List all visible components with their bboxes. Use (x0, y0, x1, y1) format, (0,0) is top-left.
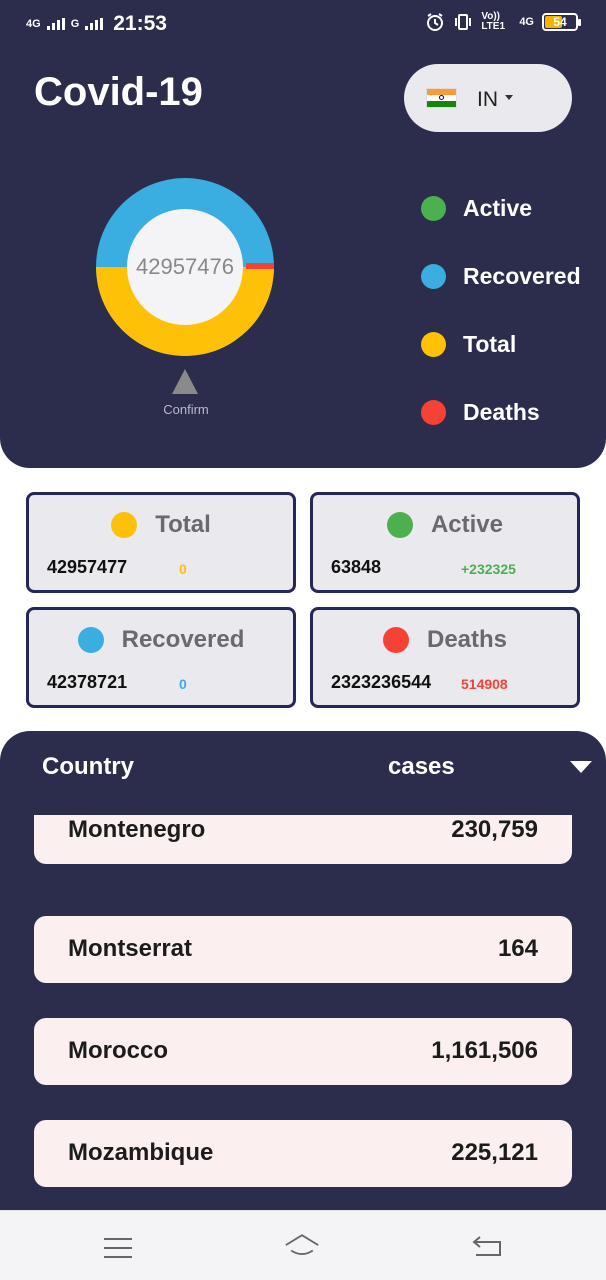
menu-icon[interactable] (100, 1233, 136, 1263)
legend-item-recovered: Recovered (421, 242, 581, 310)
app-title: Covid-19 (34, 70, 203, 114)
back-icon[interactable] (470, 1231, 506, 1261)
list-item[interactable]: Montserrat 164 (34, 916, 572, 983)
list-item[interactable]: Morocco 1,161,506 (34, 1018, 572, 1085)
country-cases: 164 (497, 935, 538, 962)
alarm-icon (427, 13, 444, 31)
volte-label: Vo)) LTE1 (481, 11, 506, 32)
system-nav-bar (0, 1210, 606, 1280)
home-icon[interactable] (284, 1231, 320, 1261)
recovered-dot-icon (421, 263, 446, 289)
legend-item-deaths: Deaths (421, 378, 581, 446)
total-card-delta: 0 (179, 561, 187, 577)
active-dot-icon (386, 512, 413, 538)
total-card-value: 42957477 (47, 557, 128, 577)
header-panel: 4G G 21:53 Vo)) LTE1 4G 54 Covid-19 IN 4… (0, 0, 606, 468)
country-selector[interactable]: IN (404, 64, 572, 132)
legend-item-active: Active (421, 174, 581, 242)
vibrate-icon (455, 14, 472, 30)
battery-icon: 54 (542, 13, 581, 31)
list-item[interactable]: Montenegro 230,759 (34, 815, 572, 864)
status-bar: 4G G 21:53 Vo)) LTE1 4G 54 (0, 0, 606, 46)
recovered-dot-icon (77, 627, 104, 653)
legend-label-deaths: Deaths (463, 398, 540, 425)
signal-icon-2 (85, 18, 104, 30)
deaths-card-delta: 514908 (461, 676, 508, 692)
country-name: Montenegro (68, 816, 206, 843)
deaths-card[interactable]: Deaths 2323236544 514908 (310, 607, 580, 708)
active-card[interactable]: Active 63848 +232325 (310, 492, 580, 593)
total-dot-icon (421, 331, 446, 357)
country-list[interactable]: Montenegro 230,759 Montserrat 164 Morocc… (34, 815, 572, 1251)
deaths-dot-icon (421, 399, 446, 425)
confirm-label: Confirm (163, 402, 209, 417)
active-dot-icon (421, 195, 446, 221)
country-code: IN (477, 88, 498, 111)
deaths-card-value: 2323236544 (331, 672, 432, 692)
total-card[interactable]: Total 42957477 0 (26, 492, 296, 593)
total-card-title: Total (155, 511, 211, 538)
india-flag-icon (426, 88, 457, 108)
confirm-pointer-icon (172, 369, 198, 394)
total-dot-icon (111, 512, 138, 538)
active-card-delta: +232325 (461, 561, 516, 577)
legend-item-total: Total (421, 310, 581, 378)
network-type-1: 4G (26, 18, 41, 30)
country-list-panel: Country cases Montenegro 230,759 Montser… (0, 731, 606, 1251)
legend-label-recovered: Recovered (463, 262, 581, 289)
battery-level: 54 (553, 15, 567, 29)
column-header-cases[interactable]: cases (388, 753, 455, 781)
network-type-3: 4G (519, 16, 534, 28)
network-type-2: G (70, 18, 80, 30)
active-card-value: 63848 (331, 557, 382, 577)
recovered-card[interactable]: Recovered 42378721 0 (26, 607, 296, 708)
active-card-title: Active (430, 511, 504, 538)
dropdown-caret-icon (505, 95, 513, 100)
recovered-card-value: 42378721 (47, 672, 128, 692)
donut-center-value: 42957476 (136, 254, 234, 279)
deaths-dot-icon (382, 627, 409, 653)
clock-time: 21:53 (113, 12, 167, 35)
country-name: Morocco (68, 1037, 169, 1064)
list-item[interactable]: Mozambique 225,121 (34, 1120, 572, 1187)
legend-label-total: Total (463, 330, 517, 357)
country-name: Montserrat (68, 935, 193, 962)
country-name: Mozambique (68, 1139, 214, 1166)
legend-label-active: Active (463, 194, 533, 221)
recovered-card-delta: 0 (179, 676, 187, 692)
chart-legend: Active Recovered Total Deaths (421, 174, 581, 446)
signal-icon-1 (46, 18, 65, 30)
country-cases: 225,121 (451, 1139, 538, 1166)
country-cases: 1,161,506 (431, 1037, 538, 1064)
sort-dropdown-icon[interactable] (570, 761, 592, 773)
deaths-card-title: Deaths (426, 626, 508, 653)
column-header-country[interactable]: Country (42, 753, 134, 781)
recovered-card-title: Recovered (121, 626, 245, 653)
cases-donut-chart: 42957476 (96, 178, 274, 356)
country-cases: 230,759 (451, 816, 538, 843)
